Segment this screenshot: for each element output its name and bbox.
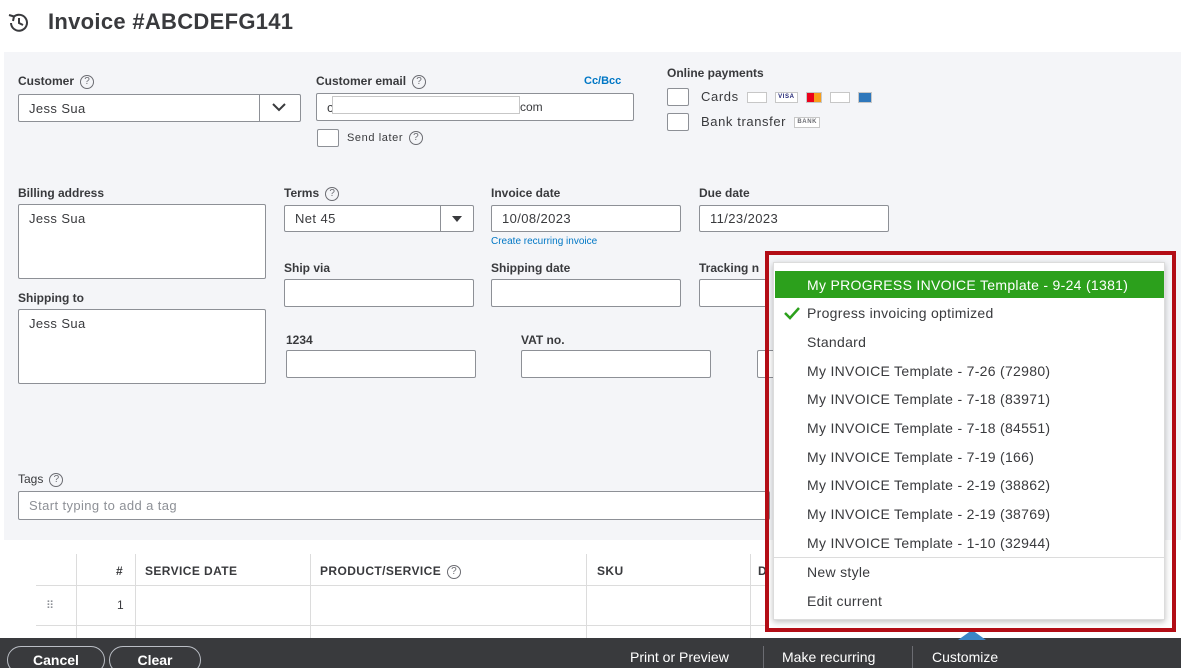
email-redaction bbox=[332, 96, 520, 114]
discover-logo bbox=[829, 92, 850, 104]
invoice-date-value: 10/08/2023 bbox=[502, 211, 572, 226]
menu-item-template[interactable]: My INVOICE Template - 7-26 (72980) bbox=[807, 363, 1050, 379]
invoice-date-label: Invoice date bbox=[491, 186, 561, 200]
due-date-label: Due date bbox=[699, 186, 750, 200]
send-later-label: Send later? bbox=[347, 131, 424, 145]
menu-item-template[interactable]: My INVOICE Template - 7-18 (84551) bbox=[807, 420, 1050, 436]
cards-checkbox[interactable] bbox=[667, 88, 689, 106]
send-later-help-icon[interactable]: ? bbox=[409, 131, 424, 145]
print-preview-button[interactable]: Print or Preview bbox=[630, 649, 729, 665]
ship-via-input[interactable] bbox=[284, 279, 474, 307]
menu-item-progress-invoicing[interactable]: Progress invoicing optimized bbox=[807, 305, 994, 321]
customize-button[interactable]: Customize bbox=[932, 649, 998, 665]
visa-logo: VISA bbox=[775, 92, 798, 104]
invoice-date-input[interactable]: 10/08/2023 bbox=[491, 205, 681, 232]
footer-separator bbox=[763, 646, 764, 668]
tags-label: Tags? bbox=[18, 472, 64, 487]
billing-address-label: Billing address bbox=[18, 186, 105, 200]
shipping-to-input[interactable]: Jess Sua bbox=[18, 309, 266, 384]
caret-down-icon[interactable] bbox=[451, 215, 463, 223]
customer-email-label: Customer email? bbox=[316, 74, 427, 89]
column-header-product-service[interactable]: PRODUCT/SERVICE? bbox=[320, 564, 462, 579]
menu-item-template[interactable]: My INVOICE Template - 2-19 (38862) bbox=[807, 477, 1050, 493]
cc-bcc-link[interactable]: Cc/Bcc bbox=[584, 75, 621, 87]
col-divider bbox=[586, 554, 587, 638]
email-value-end: com bbox=[520, 100, 543, 114]
online-payments-label: Online payments bbox=[667, 66, 764, 80]
terms-select[interactable]: Net 45 bbox=[284, 205, 474, 232]
column-header-service-date[interactable]: SERVICE DATE bbox=[145, 564, 237, 578]
email-help-icon[interactable]: ? bbox=[412, 74, 427, 89]
vat-input[interactable] bbox=[521, 350, 711, 378]
customer-help-icon[interactable]: ? bbox=[80, 74, 95, 89]
ship-via-label: Ship via bbox=[284, 261, 331, 275]
column-header-number: # bbox=[116, 564, 124, 578]
col-divider bbox=[76, 554, 77, 638]
menu-item-template[interactable]: My INVOICE Template - 2-19 (38769) bbox=[807, 506, 1050, 522]
menu-item-standard[interactable]: Standard bbox=[807, 334, 866, 350]
billing-address-value: Jess Sua bbox=[29, 211, 86, 226]
menu-item-template[interactable]: My INVOICE Template - 7-18 (83971) bbox=[807, 391, 1050, 407]
bank-transfer-checkbox[interactable] bbox=[667, 113, 689, 131]
terms-help-icon[interactable]: ? bbox=[325, 186, 340, 201]
custom-field-1234-label: 1234 bbox=[286, 333, 313, 347]
amex-logo bbox=[858, 92, 873, 104]
create-recurring-link[interactable]: Create recurring invoice bbox=[491, 236, 597, 247]
product-help-icon[interactable]: ? bbox=[447, 564, 462, 579]
menu-item-selected-template[interactable]: My PROGRESS INVOICE Template - 9-24 (138… bbox=[775, 271, 1164, 298]
menu-item-template[interactable]: My INVOICE Template - 7-19 (166) bbox=[807, 449, 1034, 465]
footer-separator bbox=[912, 646, 913, 668]
drag-handle-icon[interactable]: ⠿ bbox=[46, 599, 55, 612]
make-recurring-button[interactable]: Make recurring bbox=[782, 649, 875, 665]
table-row-divider bbox=[36, 625, 766, 626]
table-header-divider bbox=[36, 585, 766, 586]
column-header-description[interactable]: D bbox=[758, 564, 768, 578]
row-number: 1 bbox=[117, 598, 124, 612]
cards-label: Cards VISA bbox=[701, 89, 873, 104]
chevron-down-icon[interactable] bbox=[271, 102, 287, 112]
menu-divider bbox=[774, 557, 1164, 558]
bank-transfer-label: Bank transfer BANK bbox=[701, 114, 821, 129]
custom-field-1234-input[interactable] bbox=[286, 350, 476, 378]
cancel-button[interactable]: Cancel bbox=[7, 646, 105, 668]
mastercard-logo bbox=[805, 92, 822, 104]
tags-help-icon[interactable]: ? bbox=[49, 472, 64, 487]
tracking-input[interactable] bbox=[699, 279, 769, 307]
col-divider bbox=[310, 554, 311, 638]
column-header-sku[interactable]: SKU bbox=[597, 564, 624, 578]
menu-item-edit-current[interactable]: Edit current bbox=[807, 593, 882, 609]
card-logo bbox=[746, 92, 767, 104]
invoice-header: Invoice #ABCDEFG141 bbox=[0, 0, 1181, 52]
clear-button[interactable]: Clear bbox=[109, 646, 201, 668]
terms-value: Net 45 bbox=[295, 211, 336, 226]
bank-logo: BANK bbox=[794, 117, 821, 129]
terms-label: Terms? bbox=[284, 186, 340, 201]
col-divider bbox=[135, 554, 136, 638]
due-date-input[interactable]: 11/23/2023 bbox=[699, 205, 889, 232]
send-later-checkbox[interactable] bbox=[317, 129, 339, 147]
customer-select-divider bbox=[259, 95, 260, 121]
history-icon[interactable] bbox=[6, 10, 32, 36]
tags-placeholder: Start typing to add a tag bbox=[29, 498, 178, 513]
col-divider bbox=[750, 554, 751, 638]
tags-input[interactable]: Start typing to add a tag bbox=[18, 491, 770, 520]
vat-label: VAT no. bbox=[521, 333, 565, 347]
billing-address-input[interactable]: Jess Sua bbox=[18, 204, 266, 279]
customize-caret-up-icon bbox=[958, 630, 986, 640]
shipping-to-label: Shipping to bbox=[18, 291, 84, 305]
terms-select-divider bbox=[440, 206, 441, 231]
shipping-to-value: Jess Sua bbox=[29, 316, 86, 331]
shipping-date-label: Shipping date bbox=[491, 261, 571, 275]
customer-value: Jess Sua bbox=[29, 100, 86, 116]
page-title: Invoice #ABCDEFG141 bbox=[48, 9, 294, 34]
shipping-date-input[interactable] bbox=[491, 279, 681, 307]
due-date-value: 11/23/2023 bbox=[710, 211, 779, 226]
tracking-label: Tracking n bbox=[699, 261, 760, 275]
customer-label: Customer? bbox=[18, 74, 95, 89]
menu-item-new-style[interactable]: New style bbox=[807, 564, 870, 580]
customize-menu: My PROGRESS INVOICE Template - 9-24 (138… bbox=[773, 262, 1165, 620]
checkmark-icon bbox=[784, 307, 800, 320]
menu-item-template[interactable]: My INVOICE Template - 1-10 (32944) bbox=[807, 535, 1050, 551]
